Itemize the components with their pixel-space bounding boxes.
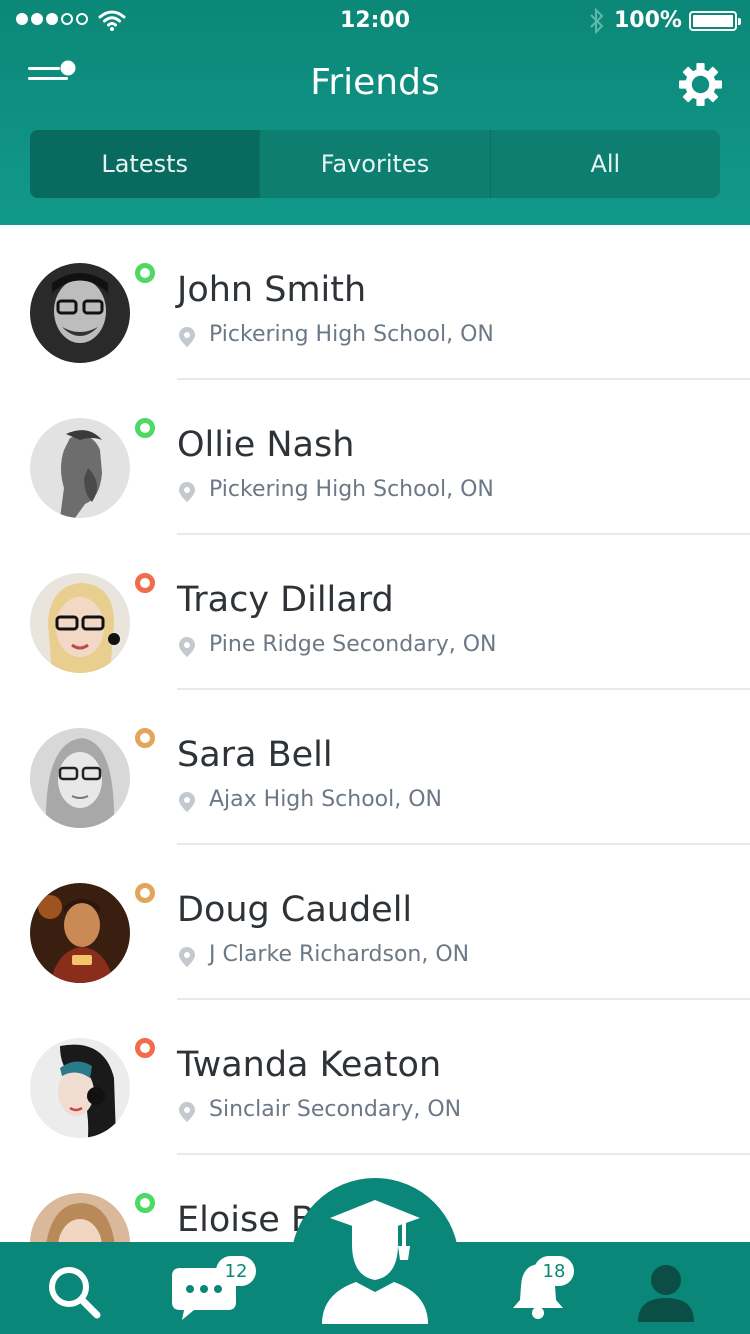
graduate-icon[interactable] [318, 1196, 432, 1324]
avatar [30, 573, 130, 673]
location-pin-icon [179, 327, 195, 347]
friend-row[interactable]: Twanda Keaton Sinclair Secondary, ON [0, 1000, 750, 1155]
friend-location: Pickering High School, ON [209, 322, 494, 347]
online-status-indicator [135, 1193, 155, 1213]
tab-favorites[interactable]: Favorites [259, 130, 489, 198]
battery-percent: 100% [614, 8, 682, 33]
notifications-button[interactable]: 18 [508, 1256, 588, 1320]
avatar [30, 1038, 130, 1138]
away-status-indicator [135, 883, 155, 903]
app-header: 12:00 100% Friends Latests Favorites All [0, 0, 750, 225]
avatar [30, 263, 130, 363]
bluetooth-icon [590, 8, 604, 34]
avatar [30, 883, 130, 983]
friend-name: Doug Caudell [177, 890, 413, 930]
friend-location: Pickering High School, ON [209, 477, 494, 502]
online-status-indicator [135, 263, 155, 283]
friend-list: John Smith Pickering High School, ON Oll… [0, 225, 750, 1310]
friend-location: Pine Ridge Secondary, ON [209, 632, 497, 657]
user-icon[interactable] [636, 1262, 696, 1322]
messages-button[interactable]: 12 [172, 1256, 262, 1320]
friend-location: Ajax High School, ON [209, 787, 443, 812]
online-status-indicator [135, 418, 155, 438]
friend-row[interactable]: John Smith Pickering High School, ON [0, 225, 750, 380]
tab-latests[interactable]: Latests [30, 130, 260, 198]
search-icon[interactable] [46, 1264, 102, 1320]
friend-row[interactable]: Doug Caudell J Clarke Richardson, ON [0, 845, 750, 1000]
friend-name: Sara Bell [177, 735, 333, 775]
friend-location: J Clarke Richardson, ON [209, 942, 470, 967]
friend-row[interactable]: Ollie Nash Pickering High School, ON [0, 380, 750, 535]
tab-all[interactable]: All [489, 130, 720, 198]
friend-name: Ollie Nash [177, 425, 355, 465]
location-pin-icon [179, 947, 195, 967]
gear-icon[interactable] [678, 62, 723, 107]
avatar [30, 728, 130, 828]
friend-name: Eloise B [177, 1200, 315, 1240]
friend-location: Sinclair Secondary, ON [209, 1097, 462, 1122]
location-pin-icon [179, 637, 195, 657]
avatar [30, 418, 130, 518]
status-bar: 12:00 100% [0, 0, 750, 42]
friend-name: John Smith [177, 270, 367, 310]
away-status-indicator [135, 728, 155, 748]
notifications-badge: 18 [534, 1256, 574, 1286]
segmented-tabs: Latests Favorites All [30, 130, 720, 198]
location-pin-icon [179, 792, 195, 812]
friend-row[interactable]: Sara Bell Ajax High School, ON [0, 690, 750, 845]
messages-badge: 12 [216, 1256, 256, 1286]
friend-name: Tracy Dillard [177, 580, 394, 620]
friend-row[interactable]: Tracy Dillard Pine Ridge Secondary, ON [0, 535, 750, 690]
friend-name: Twanda Keaton [177, 1045, 442, 1085]
busy-status-indicator [135, 1038, 155, 1058]
battery-icon [689, 11, 741, 31]
busy-status-indicator [135, 573, 155, 593]
location-pin-icon [179, 1102, 195, 1122]
location-pin-icon [179, 482, 195, 502]
page-title: Friends [310, 62, 440, 103]
